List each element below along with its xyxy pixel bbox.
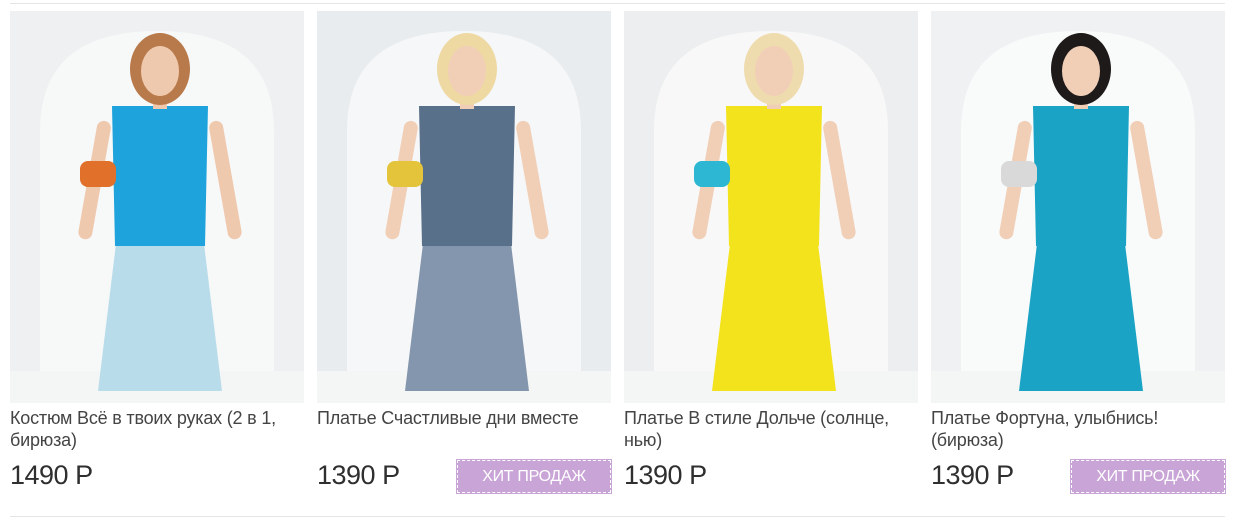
product-card[interactable]: Костюм Всё в твоих руках (2 в 1, бирюза)… — [10, 11, 304, 511]
product-title[interactable]: Платье Фортуна, улыбнись! (бирюза) — [931, 407, 1225, 451]
product-card[interactable]: Платье Фортуна, улыбнись! (бирюза) 1390 … — [931, 11, 1226, 516]
product-card[interactable]: Платье В стиле Дольче (солнце, нью) 1390… — [624, 11, 918, 511]
product-title[interactable]: Костюм Всё в твоих руках (2 в 1, бирюза) — [10, 407, 304, 451]
product-photo — [931, 11, 1225, 403]
dress-top — [1033, 106, 1129, 246]
bestseller-badge[interactable]: ХИТ ПРОДАЖ ТОП-50 — [456, 459, 612, 516]
handbag — [80, 161, 116, 187]
bestseller-badge[interactable]: ХИТ ПРОДАЖ ТОП-50 — [1070, 459, 1226, 516]
model-face — [1062, 46, 1100, 96]
product-image[interactable] — [931, 11, 1225, 403]
dress-top — [419, 106, 515, 246]
product-price: 1390 Р — [317, 460, 400, 490]
product-image[interactable] — [317, 11, 611, 403]
product-image[interactable] — [10, 11, 304, 403]
bottom-divider — [10, 516, 1225, 517]
model-face — [141, 46, 179, 96]
product-grid: Костюм Всё в твоих руках (2 в 1, бирюза)… — [10, 11, 1226, 516]
product-photo — [624, 11, 918, 403]
product-title[interactable]: Платье Счастливые дни вместе — [317, 407, 611, 451]
product-price: 1390 Р — [931, 460, 1014, 490]
model-face — [448, 46, 486, 96]
model-face — [755, 46, 793, 96]
top-divider — [10, 3, 1225, 4]
handbag — [1001, 161, 1037, 187]
handbag — [694, 161, 730, 187]
dress-top — [726, 106, 822, 246]
product-image[interactable] — [624, 11, 918, 403]
handbag — [387, 161, 423, 187]
product-photo — [10, 11, 304, 403]
product-title[interactable]: Платье В стиле Дольче (солнце, нью) — [624, 407, 918, 451]
product-price: 1390 Р — [624, 460, 707, 490]
product-photo — [317, 11, 611, 403]
dress-top — [112, 106, 208, 246]
product-card[interactable]: Платье Счастливые дни вместе 1390 Р ХИТ … — [317, 11, 612, 516]
product-price: 1490 Р — [10, 460, 93, 490]
